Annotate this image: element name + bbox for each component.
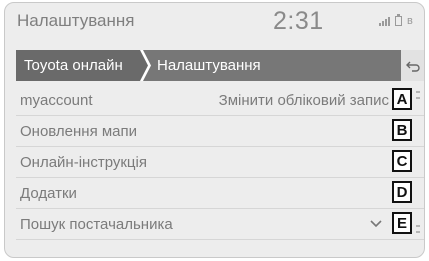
menu-item-map-update[interactable]: Оновлення мапи B (16, 116, 424, 147)
breadcrumb-toyota-online[interactable]: Toyota онлайн (16, 50, 148, 81)
status-bar: Налаштування 2:31 ʙ (5, 3, 424, 41)
callout-d: D (392, 181, 412, 203)
display-screen: Налаштування 2:31 ʙ Налаштування Toyota … (4, 2, 425, 258)
menu-item-label: Пошук постачальника (20, 216, 173, 233)
scroll-indicator (416, 225, 420, 227)
menu-item-label: Оновлення мапи (20, 123, 138, 140)
signal-icon (379, 16, 390, 26)
scroll-indicator (416, 97, 420, 99)
menu-item-label: Додатки (20, 185, 77, 202)
menu-item-online-manual[interactable]: Онлайн-інструкція C (16, 147, 424, 178)
breadcrumb-current-label: Налаштування (157, 57, 261, 74)
callout-b: B (392, 119, 412, 141)
breadcrumb: Налаштування Toyota онлайн (16, 50, 424, 81)
status-icons: ʙ (379, 14, 413, 27)
chevron-down-icon[interactable] (370, 219, 382, 228)
menu-item-myaccount[interactable]: myaccount Змінити обліковий запис A (16, 85, 424, 116)
back-button[interactable] (401, 50, 424, 81)
back-arrow-icon (405, 61, 420, 72)
callout-a: A (392, 88, 412, 110)
menu-item-label: myaccount (20, 92, 93, 109)
settings-menu: myaccount Змінити обліковий запис A Онов… (16, 85, 424, 240)
menu-item-label: Онлайн-інструкція (20, 154, 147, 171)
screen-title: Налаштування (17, 11, 135, 30)
callout-e: E (392, 212, 412, 234)
menu-item-provider-search[interactable]: Пошук постачальника E (16, 209, 424, 240)
battery-icon (395, 14, 402, 26)
menu-item-apps[interactable]: Додатки D (16, 178, 424, 209)
bluetooth-icon: ʙ (407, 15, 413, 27)
breadcrumb-home-label: Toyota онлайн (24, 57, 123, 74)
clock: 2:31 (273, 7, 324, 35)
scroll-indicator (416, 91, 420, 93)
menu-item-value: Змінити обліковий запис (218, 92, 389, 109)
scroll-indicator (416, 231, 420, 233)
callout-c: C (392, 150, 412, 172)
